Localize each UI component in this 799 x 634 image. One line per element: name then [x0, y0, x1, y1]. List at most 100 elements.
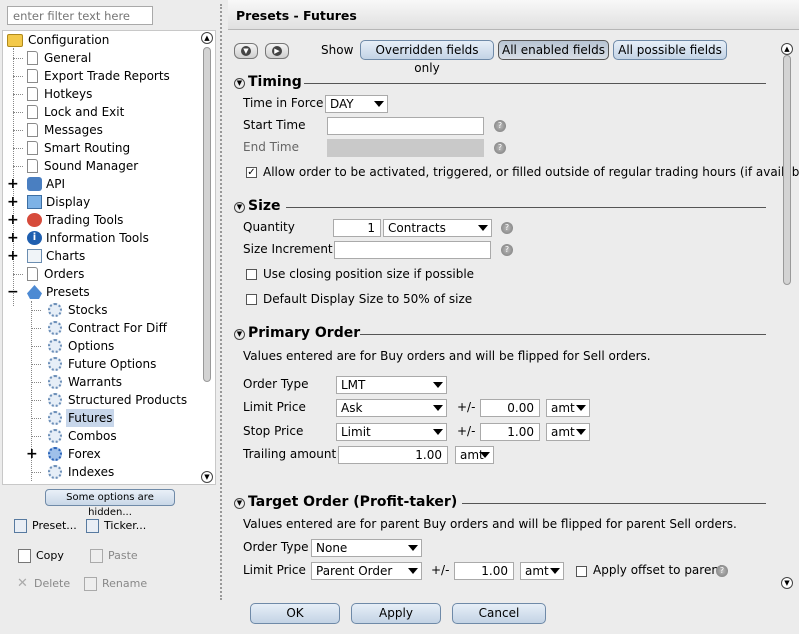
trailing-unit-dropdown[interactable]: amt — [455, 446, 494, 464]
preset-button[interactable]: Preset... — [14, 517, 77, 535]
tree-item-general[interactable]: General — [5, 49, 195, 67]
quantity-unit-dropdown[interactable]: Contracts — [383, 219, 492, 237]
tree-item-contract-for-diff[interactable]: Contract For Diff — [5, 319, 195, 337]
expand-plus-icon[interactable]: + — [7, 195, 19, 209]
expand-plus-icon[interactable]: + — [26, 447, 38, 461]
expand-all-button[interactable]: ▶ — [265, 43, 289, 59]
all-possible-fields-button[interactable]: All possible fields — [613, 40, 727, 60]
collapse-timing-icon[interactable]: ▼ — [234, 78, 245, 89]
help-icon[interactable]: ? — [501, 222, 513, 234]
quantity-input[interactable]: 1 — [333, 219, 381, 237]
collapse-all-button[interactable]: ▼ — [234, 43, 258, 59]
tree-item-future-options[interactable]: Future Options — [5, 355, 195, 373]
collapse-primary-icon[interactable]: ▼ — [234, 329, 245, 340]
document-icon — [27, 159, 38, 173]
default-display-checkbox[interactable] — [246, 294, 257, 305]
scroll-thumb[interactable] — [203, 47, 211, 382]
scroll-thumb[interactable] — [783, 55, 791, 285]
scroll-down-icon[interactable]: ▼ — [201, 471, 213, 483]
tree-item-trading-tools[interactable]: + Trading Tools — [5, 211, 195, 229]
panel-divider[interactable] — [220, 4, 222, 600]
tree-item-messages[interactable]: Messages — [5, 121, 195, 139]
trailing-amount-input[interactable]: 1.00 — [338, 446, 448, 464]
delete-button[interactable]: ✕ Delete — [16, 575, 70, 593]
overridden-fields-button[interactable]: Overridden fields only — [360, 40, 494, 75]
help-icon[interactable]: ? — [501, 244, 513, 256]
tree-item-api[interactable]: + API — [5, 175, 195, 193]
tree-item-hotkeys[interactable]: Hotkeys — [5, 85, 195, 103]
tree-item-indexes[interactable]: Indexes — [5, 463, 195, 481]
chevron-down-icon — [433, 382, 443, 388]
target-offset-input[interactable]: 1.00 — [454, 562, 514, 580]
ticker-button[interactable]: Ticker... — [86, 517, 146, 535]
size-increment-input[interactable] — [334, 241, 491, 259]
stop-base-dropdown[interactable]: Limit — [336, 423, 447, 441]
filter-input[interactable] — [7, 6, 153, 25]
tif-dropdown[interactable]: DAY — [325, 95, 388, 113]
expand-plus-icon[interactable]: + — [7, 231, 19, 245]
collapse-size-icon[interactable]: ▼ — [234, 202, 245, 213]
rename-button[interactable]: Rename — [84, 575, 147, 593]
tree-item-options[interactable]: Options — [5, 337, 195, 355]
order-type-dropdown[interactable]: LMT — [336, 376, 447, 394]
limit-price-label: Limit Price — [243, 400, 306, 414]
help-icon[interactable]: ? — [494, 142, 506, 154]
outside-rth-checkbox[interactable]: ✓ — [246, 167, 257, 178]
chevron-down-icon — [433, 405, 443, 411]
limit-base-dropdown[interactable]: Ask — [336, 399, 447, 417]
quantity-label: Quantity — [243, 220, 295, 234]
tree-item-futures[interactable]: Futures — [5, 409, 195, 427]
tree-item-configuration[interactable]: Configuration — [5, 31, 195, 49]
expand-plus-icon[interactable]: + — [7, 249, 19, 263]
expand-plus-icon[interactable]: + — [7, 177, 19, 191]
scroll-down-icon[interactable]: ▼ — [781, 577, 793, 589]
section-divider — [360, 334, 766, 335]
content-scrollbar[interactable]: ▲ ▼ — [781, 43, 795, 593]
gear-icon — [48, 411, 62, 425]
scroll-up-icon[interactable]: ▲ — [781, 43, 793, 55]
cancel-button[interactable]: Cancel — [452, 603, 546, 624]
target-unit-dropdown[interactable]: amt — [520, 562, 564, 580]
scroll-up-icon[interactable]: ▲ — [201, 32, 213, 44]
tree-item-display[interactable]: + Display — [5, 193, 195, 211]
help-icon[interactable]: ? — [494, 120, 506, 132]
limit-unit-dropdown[interactable]: amt — [546, 399, 590, 417]
start-time-input[interactable] — [327, 117, 484, 135]
copy-button[interactable]: Copy — [18, 547, 64, 565]
stop-unit-dropdown[interactable]: amt — [546, 423, 590, 441]
ok-button[interactable]: OK — [250, 603, 340, 624]
tree-item-combos[interactable]: Combos — [5, 427, 195, 445]
tree-item-forex[interactable]: + Forex — [5, 445, 195, 463]
target-limit-base-dropdown[interactable]: Parent Order — [311, 562, 422, 580]
tree-item-stocks[interactable]: Stocks — [5, 301, 195, 319]
closing-size-checkbox[interactable] — [246, 269, 257, 280]
info-icon: i — [27, 231, 42, 245]
apply-offset-parent-checkbox[interactable] — [576, 566, 587, 577]
tree-item-orders[interactable]: Orders — [5, 265, 195, 283]
tree-item-presets[interactable]: − Presets — [5, 283, 195, 301]
paste-button[interactable]: Paste — [90, 547, 138, 565]
options-hidden-button[interactable]: Some options are hidden... — [45, 489, 175, 518]
all-enabled-fields-button[interactable]: All enabled fields — [498, 40, 609, 60]
help-icon[interactable]: ? — [716, 565, 728, 577]
apply-button[interactable]: Apply — [351, 603, 441, 624]
tree-item-structured-products[interactable]: Structured Products — [5, 391, 195, 409]
tree-item-warrants[interactable]: Warrants — [5, 373, 195, 391]
collapse-target-icon[interactable]: ▼ — [234, 498, 245, 509]
expand-plus-icon[interactable]: + — [7, 213, 19, 227]
tree-item-lock-and-exit[interactable]: Lock and Exit — [5, 103, 195, 121]
presets-icon — [27, 285, 42, 299]
tree-item-information-tools[interactable]: + i Information Tools — [5, 229, 195, 247]
tree-item-charts[interactable]: + Charts — [5, 247, 195, 265]
stop-offset-input[interactable]: 1.00 — [480, 423, 540, 441]
tree-item-smart-routing[interactable]: Smart Routing — [5, 139, 195, 157]
collapse-minus-icon[interactable]: − — [7, 285, 19, 299]
trailing-amount-label: Trailing amount — [243, 447, 337, 461]
tree-item-export-trade-reports[interactable]: Export Trade Reports — [5, 67, 195, 85]
limit-offset-input[interactable]: 0.00 — [480, 399, 540, 417]
target-order-type-dropdown[interactable]: None — [311, 539, 422, 557]
tree-scrollbar[interactable]: ▲ ▼ — [201, 31, 215, 484]
chevron-down-icon — [576, 405, 586, 411]
tree-item-sound-manager[interactable]: Sound Manager — [5, 157, 195, 175]
gear-icon — [48, 303, 62, 317]
